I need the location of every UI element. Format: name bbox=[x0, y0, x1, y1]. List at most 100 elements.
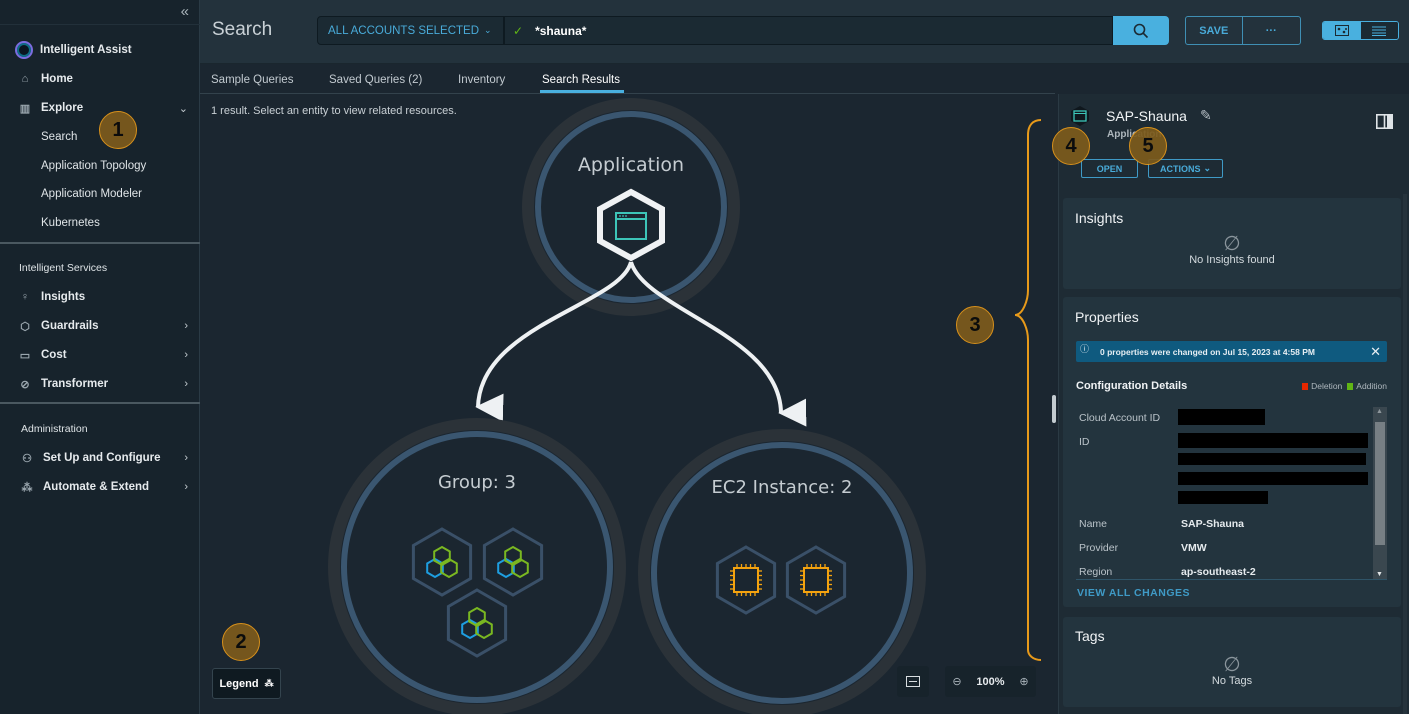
application-entity-icon bbox=[1071, 106, 1089, 126]
zoom-level: 100% bbox=[976, 675, 1005, 688]
topology-canvas[interactable]: 1 result. Select an entity to view relat… bbox=[200, 95, 1055, 714]
prop-label-provider: Provider bbox=[1079, 542, 1119, 554]
view-all-changes-link[interactable]: VIEW ALL CHANGES bbox=[1077, 587, 1190, 599]
zoom-out-icon[interactable]: ⊖ bbox=[952, 675, 961, 688]
fit-to-screen-button[interactable] bbox=[897, 666, 929, 697]
legend-button[interactable]: Legend ⁂ bbox=[212, 668, 281, 699]
search-query-value: *shauna* bbox=[535, 23, 587, 38]
edit-pencil-icon[interactable]: ✎ bbox=[1200, 107, 1212, 124]
more-options-button[interactable]: ··· bbox=[1243, 17, 1300, 44]
ec2-member-node[interactable] bbox=[715, 545, 777, 615]
group-member-node[interactable] bbox=[482, 527, 544, 597]
sidebar-item-label: Insights bbox=[41, 291, 86, 303]
open-button[interactable]: OPEN bbox=[1081, 159, 1138, 178]
panel-scrollbar[interactable] bbox=[1403, 194, 1407, 714]
prop-label-region: Region bbox=[1079, 566, 1113, 578]
sidebar-item-transformer[interactable]: ⊘ Transformer › bbox=[0, 372, 200, 396]
sidebar-item-automate-extend[interactable]: ⁂ Automate & Extend › bbox=[0, 475, 200, 499]
graph-view-button[interactable] bbox=[1323, 22, 1361, 39]
close-icon[interactable]: ✕ bbox=[1370, 344, 1381, 360]
tab-inventory[interactable]: Inventory bbox=[458, 74, 505, 86]
save-button[interactable]: SAVE bbox=[1186, 17, 1243, 44]
annotation-badge: 5 bbox=[1129, 127, 1167, 165]
insights-card: Insights ∅ No Insights found bbox=[1063, 198, 1401, 289]
tags-empty-state: ∅ No Tags bbox=[1063, 655, 1401, 687]
search-tabs: Sample Queries Saved Queries (2) Invento… bbox=[200, 64, 1055, 94]
sidebar-item-label: Set Up and Configure bbox=[43, 452, 161, 464]
search-query-input[interactable]: ✓ *shauna* bbox=[504, 16, 1113, 45]
tab-saved-queries[interactable]: Saved Queries (2) bbox=[329, 74, 422, 86]
sidebar-item-kubernetes[interactable]: Kubernetes bbox=[41, 217, 100, 229]
group-member-node[interactable] bbox=[411, 527, 473, 597]
app-window: « Intelligent Assist ⌂ Home ▥ Explore ⌄ … bbox=[0, 0, 1409, 714]
change-legend: Deletion Addition bbox=[1302, 381, 1387, 391]
empty-set-icon: ∅ bbox=[1223, 233, 1241, 255]
intelligent-assist-logo-icon bbox=[15, 41, 33, 59]
actions-button[interactable]: ACTIONS ⌄ bbox=[1148, 159, 1223, 178]
check-icon: ✓ bbox=[513, 23, 524, 38]
application-node-label: Application bbox=[578, 154, 684, 176]
ec2-member-node[interactable] bbox=[785, 545, 847, 615]
legend-label: Legend bbox=[219, 677, 259, 690]
group-node[interactable]: Group: 3 bbox=[328, 418, 626, 714]
search-button[interactable] bbox=[1113, 16, 1169, 45]
sidebar-item-set-up-and-configure[interactable]: ⚇ Set Up and Configure › bbox=[0, 446, 200, 470]
annotation-badge: 1 bbox=[99, 111, 137, 149]
scroll-up-icon[interactable]: ▲ bbox=[1376, 408, 1383, 415]
cpu-chip-icon bbox=[730, 564, 762, 596]
sidebar-item-label: Intelligent Assist bbox=[40, 44, 132, 56]
search-header: Search ALL ACCOUNTS SELECTED ⌄ ✓ *shauna… bbox=[200, 0, 1409, 64]
redacted-value bbox=[1178, 409, 1265, 425]
sidebar-item-intelligent-assist[interactable]: Intelligent Assist bbox=[0, 38, 200, 62]
sidebar-item-label: Home bbox=[41, 73, 73, 85]
ec2-node[interactable]: EC2 Instance: 2 bbox=[638, 429, 926, 714]
tab-sample-queries[interactable]: Sample Queries bbox=[211, 74, 293, 86]
application-hex bbox=[597, 188, 665, 262]
deletion-label: Deletion bbox=[1311, 381, 1343, 391]
account-selector[interactable]: ALL ACCOUNTS SELECTED ⌄ bbox=[317, 16, 504, 45]
split-panel-icon[interactable] bbox=[1376, 114, 1393, 129]
properties-scrollbar[interactable]: ▲ ▼ bbox=[1373, 407, 1387, 579]
sidebar-item-guardrails[interactable]: ⬡ Guardrails › bbox=[0, 314, 200, 338]
chevron-down-icon: ⌄ bbox=[1203, 163, 1212, 173]
sidebar-item-label: Automate & Extend bbox=[43, 481, 150, 493]
prop-label-cloud-account-id: Cloud Account ID bbox=[1079, 412, 1161, 424]
divider bbox=[0, 242, 200, 244]
config-details-title: Configuration Details bbox=[1076, 380, 1188, 392]
sidebar-item-explore[interactable]: ▥ Explore ⌄ bbox=[0, 96, 200, 120]
sidebar-item-insights[interactable]: ♀ Insights bbox=[0, 285, 200, 309]
collapse-sidebar-icon[interactable]: « bbox=[181, 3, 189, 20]
scroll-down-icon[interactable]: ▼ bbox=[1376, 571, 1383, 578]
sidebar-item-search[interactable]: Search bbox=[41, 131, 77, 143]
zoom-in-icon[interactable]: ⊕ bbox=[1019, 675, 1028, 688]
prop-value-provider: VMW bbox=[1181, 542, 1207, 554]
sidebar-item-cost[interactable]: ▭ Cost › bbox=[0, 343, 200, 367]
application-node[interactable]: Application bbox=[522, 98, 740, 316]
tags-empty-text: No Tags bbox=[1211, 675, 1253, 687]
tab-search-results[interactable]: Search Results bbox=[542, 74, 620, 86]
scrollbar-thumb[interactable] bbox=[1375, 422, 1385, 545]
group-cluster-icon bbox=[461, 606, 493, 640]
annotation-badge: 4 bbox=[1052, 127, 1090, 165]
sidebar-item-application-topology[interactable]: Application Topology bbox=[41, 160, 146, 172]
chevron-right-icon: › bbox=[184, 378, 188, 390]
search-icon bbox=[1133, 23, 1149, 38]
list-view-button[interactable] bbox=[1360, 22, 1398, 39]
sidebar-item-label: Guardrails bbox=[41, 320, 99, 332]
chevron-down-icon: ⌄ bbox=[178, 102, 188, 115]
deletion-swatch bbox=[1302, 382, 1309, 390]
annotation-brace bbox=[1014, 119, 1042, 661]
legend-icon: ⁂ bbox=[264, 678, 274, 688]
group-member-node[interactable] bbox=[446, 588, 508, 658]
insights-title: Insights bbox=[1075, 210, 1124, 226]
addition-label: Addition bbox=[1356, 381, 1387, 391]
sidebar-item-home[interactable]: ⌂ Home bbox=[0, 67, 200, 91]
fit-width-icon bbox=[906, 676, 920, 687]
prop-label-id: ID bbox=[1079, 436, 1090, 448]
section-heading: Administration bbox=[21, 423, 88, 435]
properties-title: Properties bbox=[1075, 309, 1139, 325]
sidebar-item-application-modeler[interactable]: Application Modeler bbox=[41, 188, 142, 200]
graph-view-icon bbox=[1334, 25, 1349, 36]
chevron-right-icon: › bbox=[184, 481, 188, 493]
group-cluster-icon bbox=[497, 545, 529, 579]
